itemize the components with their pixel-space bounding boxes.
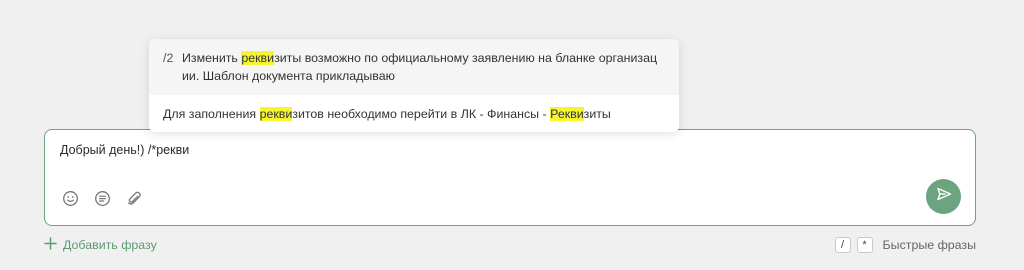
search-match-highlight: рекви (241, 51, 275, 65)
suggestion-text-part: Для заполнения (163, 107, 260, 121)
shortcut-key-slash: / (834, 237, 851, 253)
quick-phrases-hint: / * Быстрые фразы (834, 237, 976, 253)
composer-toolbar (61, 188, 143, 208)
suggestion-text-part: зитов необходимо перейти в ЛК - Финансы … (292, 107, 551, 121)
suggestion-item-2[interactable]: Для заполнения реквизитов необходимо пер… (149, 95, 679, 132)
search-match-highlight: рекви (259, 107, 293, 121)
suggestion-number: /2 (163, 51, 174, 65)
message-input-text[interactable]: Добрый день!) /*рекви (60, 143, 189, 157)
smiley-icon[interactable] (61, 189, 79, 207)
shortcut-key-star: * (856, 237, 873, 253)
suggestion-text: Для заполнения реквизитов необходимо пер… (163, 107, 611, 121)
quick-phrases-label: Быстрые фразы (882, 238, 976, 252)
suggestion-item-1[interactable]: /2 Изменить реквизиты возможно по официа… (149, 39, 679, 95)
suggestion-text: Изменить реквизиты возможно по официальн… (182, 49, 664, 85)
plus-icon (44, 237, 57, 253)
suggestion-text-part: зиты (583, 107, 611, 121)
send-button[interactable] (926, 179, 961, 214)
paperclip-icon[interactable] (125, 189, 143, 207)
message-input-box[interactable]: Добрый день!) /*рекви (44, 129, 976, 226)
add-phrase-label: Добавить фразу (63, 238, 157, 252)
suggestion-text-part: Изменить (182, 51, 242, 65)
chat-composer-area: /2 Изменить реквизиты возможно по официа… (0, 0, 1024, 270)
search-match-highlight: Рекви (550, 107, 584, 121)
phrase-suggestions-dropdown: /2 Изменить реквизиты возможно по официа… (149, 39, 679, 132)
template-list-icon[interactable] (93, 189, 111, 207)
send-icon (936, 186, 952, 207)
add-phrase-button[interactable]: Добавить фразу (44, 237, 157, 253)
